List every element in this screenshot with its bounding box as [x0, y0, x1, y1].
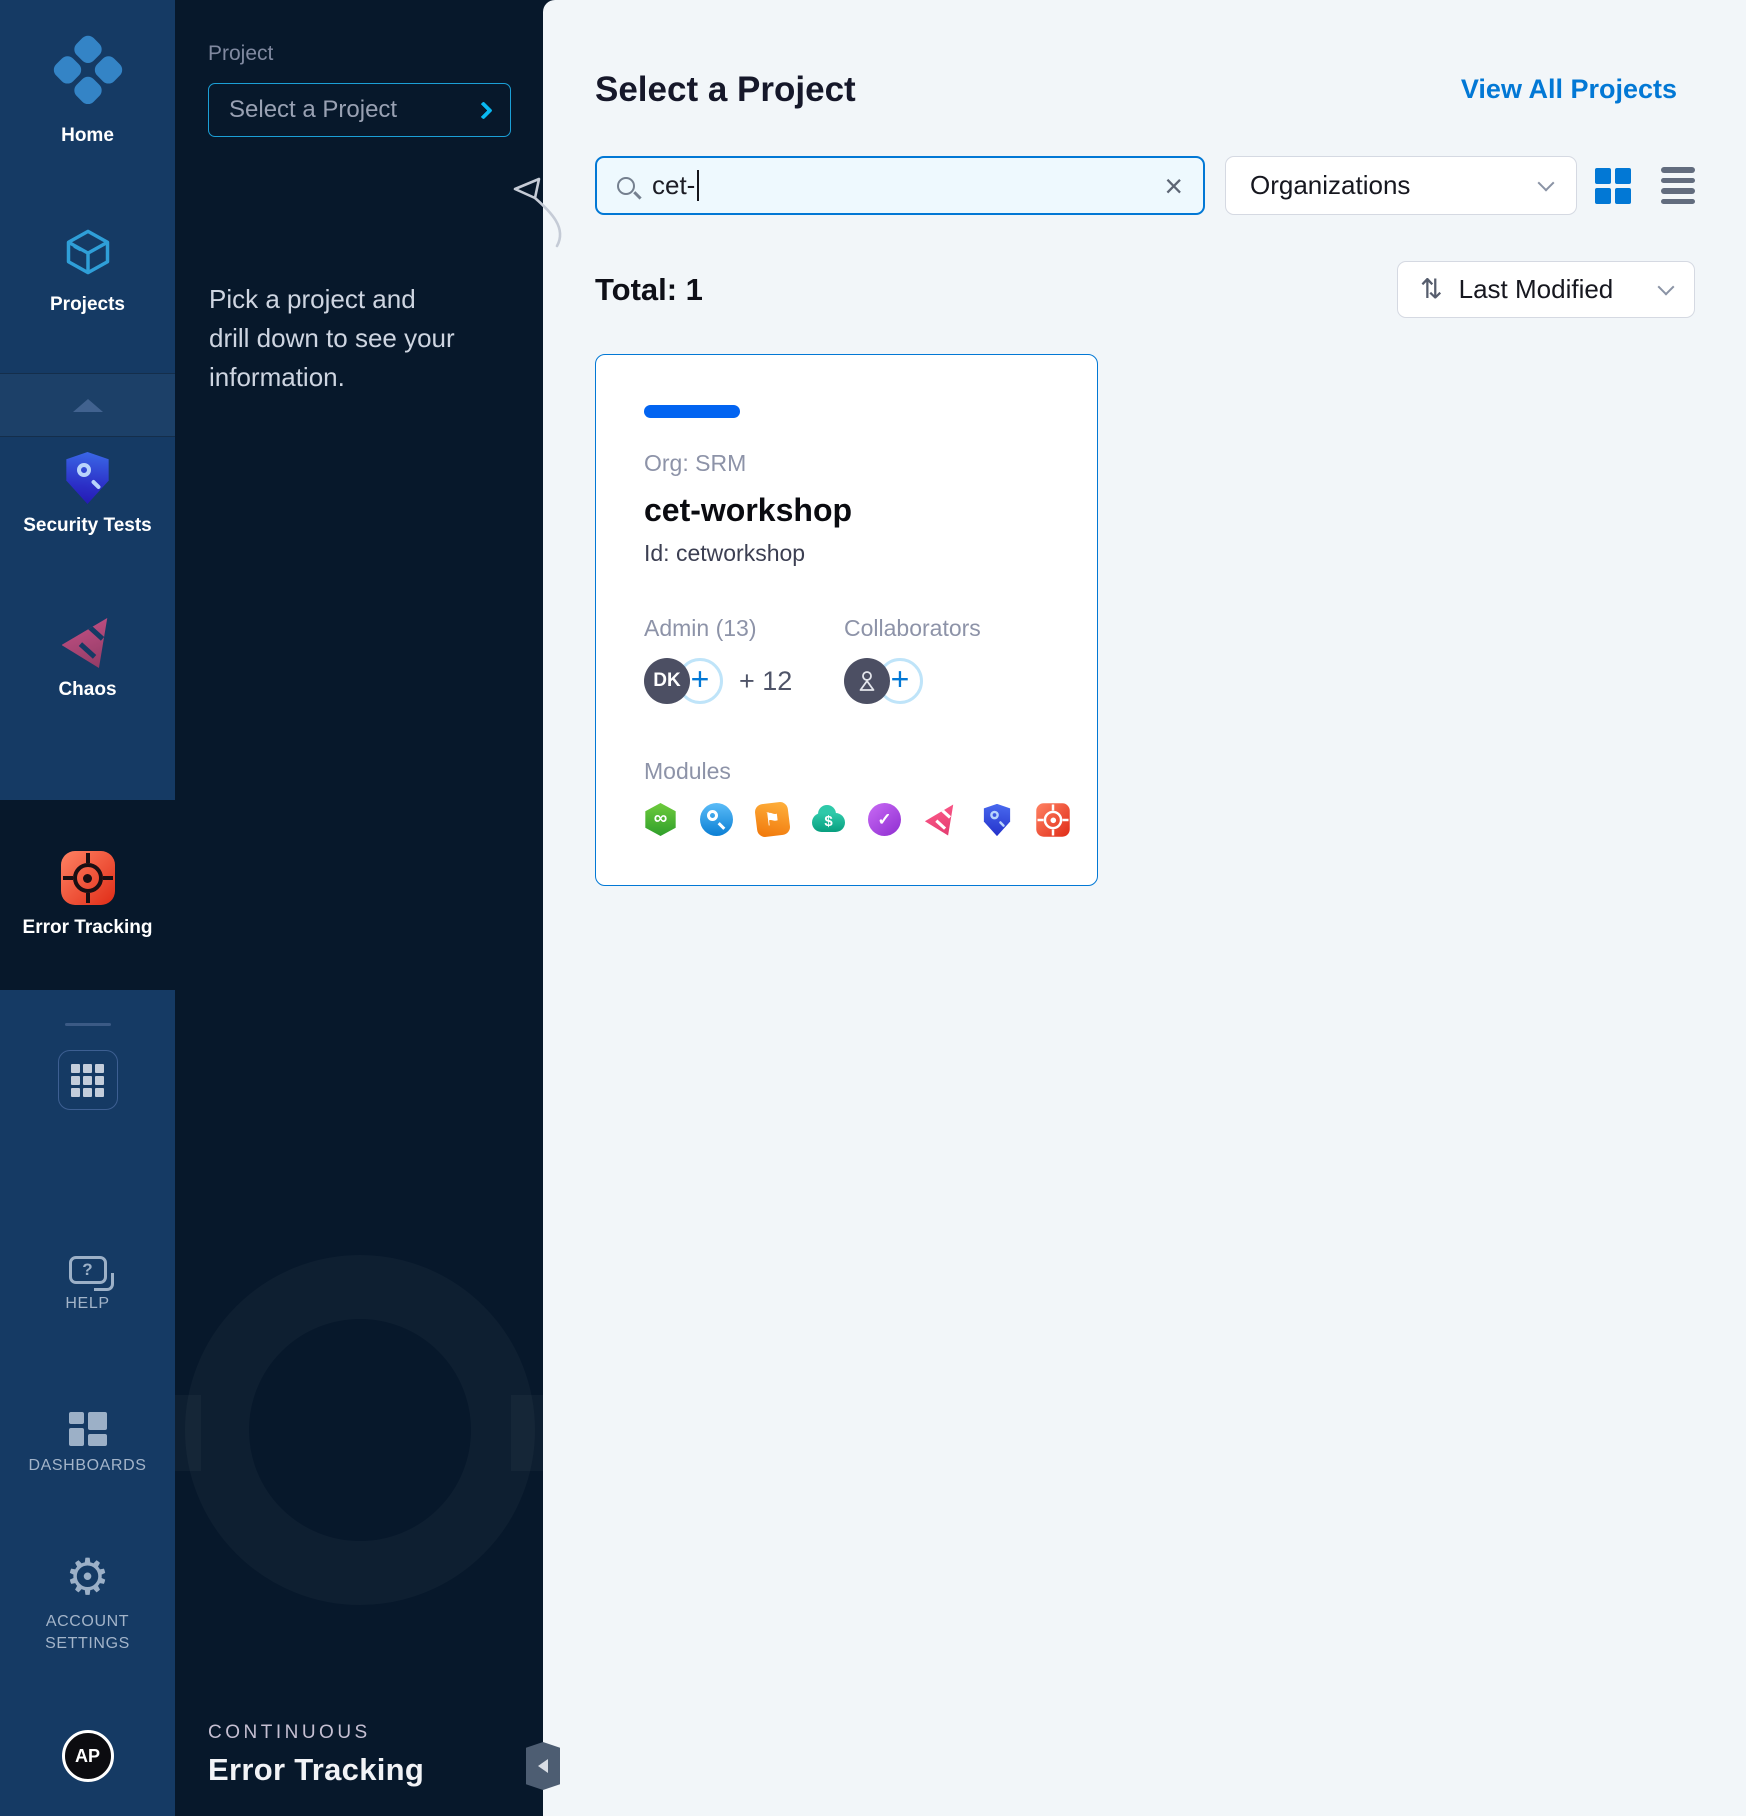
project-color-pill: [644, 405, 740, 418]
chevron-up-icon: [73, 399, 103, 412]
grid-view-toggle[interactable]: [1595, 168, 1631, 204]
sidebar-item-label: Home: [61, 125, 114, 147]
project-hint-text: Pick a project and drill down to see you…: [209, 280, 459, 397]
admin-overflow-count: + 12: [739, 666, 792, 697]
chevron-left-icon: [538, 1759, 548, 1773]
security-tests-shield-icon: [65, 452, 111, 504]
card-people-row: Admin (13) DK + + 12 Collaborators: [644, 615, 1049, 704]
sidebar-item-help[interactable]: HELP: [0, 1256, 175, 1315]
admin-avatar[interactable]: DK: [644, 658, 690, 704]
total-count: Total: 1: [595, 272, 703, 308]
card-project-name: cet-workshop: [644, 492, 1049, 529]
ci-pipelines-icon: [644, 803, 677, 836]
user-avatar[interactable]: AP: [62, 1730, 114, 1782]
dashboards-tiles-icon: [69, 1412, 107, 1446]
sidebar-item-label: Error Tracking: [23, 917, 153, 939]
project-selector-value: Select a Project: [229, 96, 397, 124]
srm-check-icon: [868, 803, 901, 836]
sidebar-item-projects[interactable]: Projects: [0, 226, 175, 316]
sidebar-item-label: Security Tests: [23, 515, 151, 537]
card-org: Org: SRM: [644, 450, 1049, 477]
person-icon: [856, 669, 878, 693]
chaos-engineering-icon: [924, 803, 957, 836]
main-content: Select a Project View All Projects cet- …: [543, 0, 1746, 1816]
service-reliability-icon: [700, 803, 733, 836]
text-caret: [697, 170, 699, 201]
collaborators-column: Collaborators +: [844, 615, 981, 704]
sidebar-item-label: Projects: [50, 294, 125, 316]
chevron-down-icon: [1658, 278, 1675, 295]
organizations-dropdown[interactable]: Organizations: [1225, 156, 1577, 215]
collapse-modules-button[interactable]: [0, 373, 175, 437]
collaborators-label: Collaborators: [844, 615, 981, 642]
page-header: Select a Project View All Projects: [595, 70, 1695, 110]
admin-column: Admin (13) DK + + 12: [644, 615, 844, 704]
project-section-label: Project: [208, 42, 273, 66]
error-tracking-target-icon: [61, 851, 115, 905]
list-view-toggle[interactable]: [1661, 167, 1695, 204]
module-branding: CONTINUOUS Error Tracking: [208, 1722, 424, 1788]
main-sidebar: Home Projects Security Tests Chaos: [0, 0, 175, 1816]
sidebar-item-dashboards[interactable]: DASHBOARDS: [0, 1412, 175, 1477]
sidebar-item-security-tests[interactable]: Security Tests: [0, 452, 175, 537]
harness-logo-icon: [60, 30, 116, 114]
page-title: Select a Project: [595, 70, 856, 110]
security-tests-icon: [980, 803, 1013, 836]
organizations-dropdown-value: Organizations: [1250, 170, 1410, 201]
sidebar-item-chaos[interactable]: Chaos: [0, 618, 175, 701]
chevron-down-icon: [1538, 174, 1555, 191]
card-project-id: Id: cetworkshop: [644, 540, 1049, 567]
gear-icon: [65, 1552, 110, 1602]
sidebar-item-label: HELP: [65, 1293, 109, 1315]
sidebar-item-label: ACCOUNT SETTINGS: [20, 1611, 155, 1654]
search-icon: [617, 177, 635, 195]
panel-collapse-button[interactable]: [526, 1742, 560, 1790]
toolbar: cet- × Organizations: [595, 156, 1695, 215]
clear-search-button[interactable]: ×: [1164, 170, 1183, 202]
sidebar-divider: [65, 1023, 111, 1026]
collaborator-avatar[interactable]: [844, 658, 890, 704]
error-tracking-icon: [1036, 803, 1069, 836]
sidebar-item-label: DASHBOARDS: [28, 1455, 146, 1477]
help-chat-icon: [69, 1256, 107, 1284]
module-switcher-button[interactable]: [58, 1050, 118, 1110]
grid-dots-icon: [71, 1064, 104, 1097]
sort-dropdown-value: Last Modified: [1459, 274, 1614, 305]
project-panel: Project Select a Project Pick a project …: [175, 0, 543, 1816]
search-input[interactable]: cet- ×: [595, 156, 1205, 215]
sidebar-item-label: Chaos: [58, 679, 116, 701]
projects-cube-icon: [62, 226, 114, 283]
hand-drawn-arrow-illustration: [493, 168, 569, 257]
sort-dropdown[interactable]: Last Modified: [1397, 261, 1695, 318]
sidebar-item-error-tracking[interactable]: Error Tracking: [0, 800, 175, 990]
admin-label: Admin (13): [644, 615, 844, 642]
results-row: Total: 1 Last Modified: [595, 261, 1695, 318]
cloud-costs-icon: $: [812, 803, 845, 836]
brand-kicker: CONTINUOUS: [208, 1722, 424, 1744]
view-all-projects-link[interactable]: View All Projects: [1461, 74, 1677, 105]
view-toggles: [1595, 167, 1695, 204]
feature-flags-icon: [756, 803, 789, 836]
chevron-right-icon: [474, 101, 492, 119]
modules-label: Modules: [644, 758, 1049, 785]
modules-row: $: [644, 803, 1049, 836]
project-selector-dropdown[interactable]: Select a Project: [208, 83, 511, 137]
search-value: cet-: [652, 170, 695, 201]
brand-title: Error Tracking: [208, 1752, 424, 1788]
sidebar-item-account-settings[interactable]: ACCOUNT SETTINGS: [0, 1552, 175, 1654]
sidebar-item-home[interactable]: Home: [0, 30, 175, 147]
project-card[interactable]: Org: SRM cet-workshop Id: cetworkshop Ad…: [595, 354, 1098, 886]
sort-arrows-icon: [1420, 274, 1443, 305]
chaos-triangle-icon: [62, 618, 114, 668]
